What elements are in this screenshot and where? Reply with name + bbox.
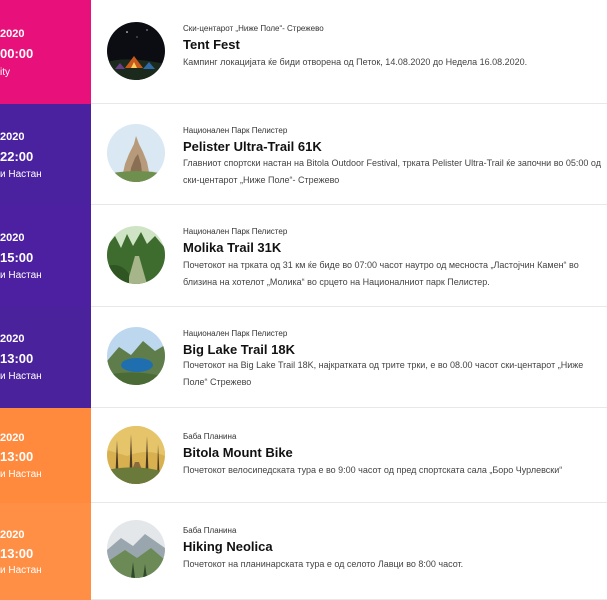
event-year: 2020 <box>0 131 25 143</box>
event-year: 2020 <box>0 432 25 444</box>
tent-night-image[interactable] <box>107 22 165 80</box>
event-description: Почетокот велосипедската тура е во 9:00 … <box>183 465 563 475</box>
event-year: 2020 <box>0 529 25 541</box>
forest-trail-image[interactable] <box>107 226 165 284</box>
mountain-lake-image[interactable] <box>107 327 165 385</box>
event-item[interactable]: 2020 15:00 и Настан Национален Парк Пели… <box>0 205 607 307</box>
event-type: и Настан <box>0 371 42 382</box>
event-time: 13:00 <box>0 546 34 561</box>
event-description: Почетокот на трката од 31 км ќе биде во … <box>183 260 579 287</box>
event-location: Баба Планина <box>183 526 237 535</box>
event-year: 2020 <box>0 333 25 345</box>
event-item[interactable]: 2020 13:00 и Настан Баба Планина Bitola … <box>0 408 607 503</box>
event-time: 13:00 <box>0 449 34 464</box>
event-time: 22:00 <box>0 149 34 164</box>
date-panel: 2020 00:00 ity <box>0 0 91 104</box>
event-description: Почетокот на Big Lake Trail 18K, најкрат… <box>183 360 584 387</box>
event-title[interactable]: Pelister Ultra-Trail 61K <box>183 139 322 154</box>
event-content: Национален Парк Пелистер Pelister Ultra-… <box>91 104 607 205</box>
date-panel: 2020 13:00 и Настан <box>0 408 91 503</box>
event-description: Кампинг локацијата ќе биди отворена од П… <box>183 57 528 67</box>
event-type: ity <box>0 67 10 78</box>
event-year: 2020 <box>0 232 25 244</box>
event-type: и Настан <box>0 270 42 281</box>
event-title[interactable]: Bitola Mount Bike <box>183 445 293 460</box>
misty-mountain-image[interactable] <box>107 520 165 578</box>
date-panel: 2020 13:00 и Настан <box>0 503 91 600</box>
event-item[interactable]: 2020 13:00 и Настан Национален Парк Пели… <box>0 307 607 408</box>
date-panel: 2020 22:00 и Настан <box>0 104 91 205</box>
event-content: Баба Планина Hiking Neolica Почетокот на… <box>91 503 607 600</box>
event-type: и Настан <box>0 169 42 180</box>
event-time: 00:00 <box>0 46 34 61</box>
event-description: Почетокот на планинарската тура е од сел… <box>183 559 464 569</box>
event-time: 13:00 <box>0 351 34 366</box>
event-item[interactable]: 2020 13:00 и Настан Баба Планина Hiking … <box>0 503 607 600</box>
event-description: Главниот спортски настан на Bitola Outdo… <box>183 158 601 185</box>
event-content: Национален Парк Пелистер Molika Trail 31… <box>91 205 607 307</box>
event-title[interactable]: Hiking Neolica <box>183 539 273 554</box>
event-title[interactable]: Molika Trail 31K <box>183 240 281 255</box>
event-type: и Настан <box>0 469 42 480</box>
rock-peak-image[interactable] <box>107 124 165 182</box>
event-location: Ски-центарот „Ниже Поле“- Стрежево <box>183 24 324 33</box>
event-item[interactable]: 2020 00:00 ity Ски-центарот „Ниже Поле“-… <box>0 0 607 104</box>
event-title[interactable]: Big Lake Trail 18K <box>183 342 295 357</box>
event-location: Баба Планина <box>183 432 237 441</box>
event-content: Национален Парк Пелистер Big Lake Trail … <box>91 307 607 408</box>
date-panel: 2020 13:00 и Настан <box>0 307 91 408</box>
date-panel: 2020 15:00 и Настан <box>0 205 91 307</box>
event-year: 2020 <box>0 28 25 40</box>
event-location: Национален Парк Пелистер <box>183 126 288 135</box>
event-content: Ски-центарот „Ниже Поле“- Стрежево Tent … <box>91 0 607 104</box>
event-location: Национален Парк Пелистер <box>183 227 288 236</box>
autumn-forest-image[interactable] <box>107 426 165 484</box>
event-time: 15:00 <box>0 250 34 265</box>
event-item[interactable]: 2020 22:00 и Настан Национален Парк Пели… <box>0 104 607 205</box>
event-location: Национален Парк Пелистер <box>183 329 288 338</box>
event-content: Баба Планина Bitola Mount Bike Почетокот… <box>91 408 607 503</box>
event-type: и Настан <box>0 565 42 576</box>
event-title[interactable]: Tent Fest <box>183 37 240 52</box>
